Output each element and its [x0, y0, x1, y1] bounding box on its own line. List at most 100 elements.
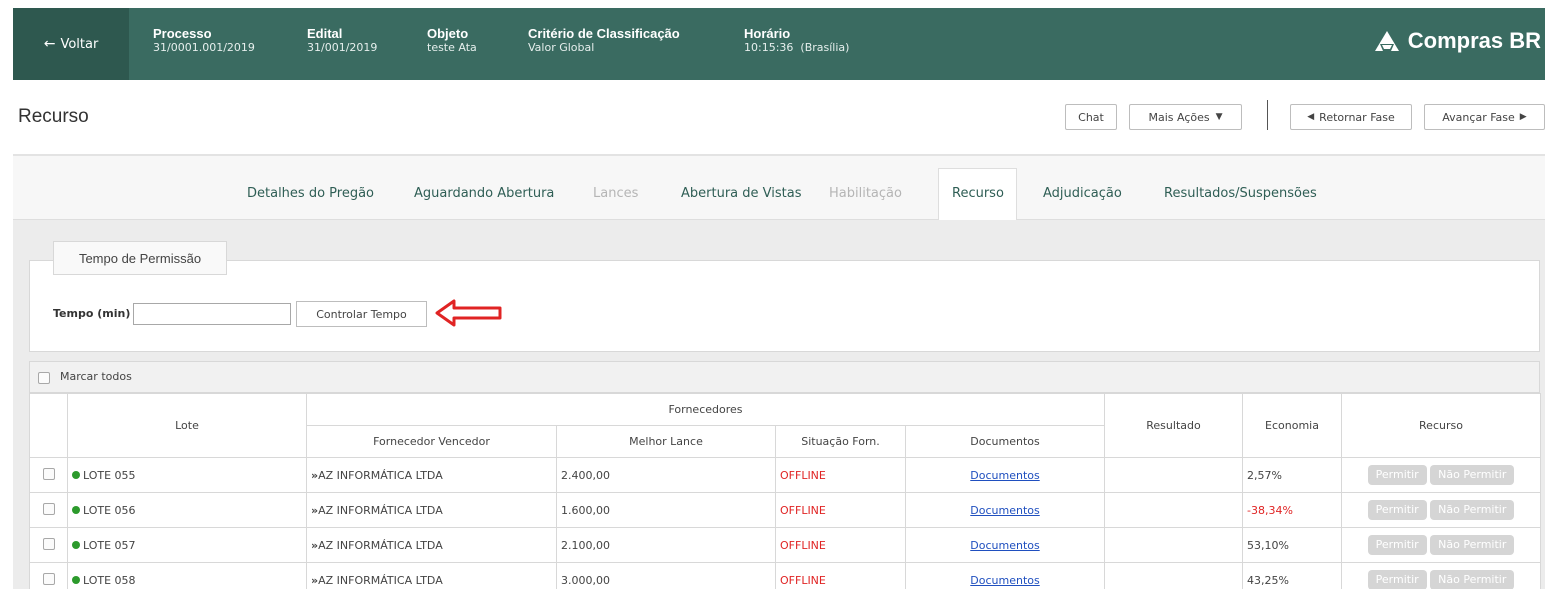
mark-all-checkbox[interactable] — [38, 372, 50, 384]
caret-right-icon: ▶ — [1519, 112, 1527, 122]
permit-button[interactable]: Permitir — [1367, 500, 1427, 520]
tab-resultados-suspensoes[interactable]: Resultados/Suspensões — [1164, 186, 1317, 201]
header-select — [29, 393, 68, 458]
tab-detalhes-do-pregao[interactable]: Detalhes do Pregão — [247, 186, 374, 201]
economia-cell: -38,34% — [1242, 492, 1342, 528]
deny-button[interactable]: Não Permitir — [1430, 570, 1515, 589]
row-checkbox[interactable] — [42, 467, 55, 480]
more-actions-button[interactable]: Mais Ações ▼ — [1129, 104, 1242, 130]
header-field-horario: Horário 10:15:36 (Brasília) — [744, 26, 849, 55]
tab-lances: Lances — [593, 186, 639, 201]
header-recurso: Recurso — [1341, 393, 1541, 458]
return-phase-button[interactable]: ◀ Retornar Fase — [1290, 104, 1412, 130]
header-lote: Lote — [67, 393, 307, 458]
documentos-link[interactable]: Documentos — [970, 469, 1039, 482]
documentos-link[interactable]: Documentos — [970, 539, 1039, 552]
status-dot-icon — [72, 575, 80, 584]
lote-label: LOTE 056 — [83, 503, 136, 517]
deny-button[interactable]: Não Permitir — [1430, 500, 1515, 520]
control-time-label: Controlar Tempo — [316, 307, 407, 321]
header-field-label: Horário — [744, 26, 791, 41]
caret-down-icon: ▼ — [1215, 112, 1223, 122]
back-button[interactable]: ← Voltar — [13, 8, 129, 80]
table-row: LOTE 057 »AZ INFORMÁTICA LTDA 2.100,00 O… — [29, 527, 1541, 563]
chat-label: Chat — [1078, 110, 1104, 124]
row-select-cell — [29, 527, 68, 563]
back-label: Voltar — [60, 36, 99, 52]
recurso-cell: Permitir Não Permitir — [1341, 492, 1541, 528]
deny-button[interactable]: Não Permitir — [1430, 535, 1515, 555]
lance-cell: 2.100,00 — [556, 527, 776, 563]
table-row: LOTE 056 »AZ INFORMÁTICA LTDA 1.600,00 O… — [29, 492, 1541, 528]
row-select-cell — [29, 562, 68, 589]
advance-phase-button[interactable]: Avançar Fase ▶ — [1424, 104, 1545, 130]
fornecedor-name: AZ INFORMÁTICA LTDA — [318, 468, 443, 482]
compras-br-logo-icon — [1374, 31, 1399, 51]
lote-cell: LOTE 055 — [67, 457, 307, 493]
permission-legend: Tempo de Permissão — [53, 241, 227, 275]
row-checkbox[interactable] — [42, 502, 55, 515]
fornecedor-cell: »AZ INFORMÁTICA LTDA — [306, 562, 557, 589]
time-input[interactable] — [133, 303, 291, 325]
caret-left-icon: ◀ — [1307, 112, 1315, 122]
row-select-cell — [29, 492, 68, 528]
mark-all-bar: Marcar todos — [29, 361, 1540, 393]
permit-button[interactable]: Permitir — [1367, 570, 1427, 589]
situacao-cell: OFFLINE — [775, 562, 906, 589]
header-field-label: Processo — [153, 26, 212, 41]
resultado-cell — [1104, 527, 1243, 563]
header-field-value: Valor Global — [528, 41, 595, 54]
documentos-cell: Documentos — [905, 492, 1105, 528]
permit-button[interactable]: Permitir — [1367, 535, 1427, 555]
header-economia: Economia — [1242, 393, 1342, 458]
toolbar-divider — [1267, 100, 1268, 130]
documentos-cell: Documentos — [905, 562, 1105, 589]
tab-aguardando-abertura[interactable]: Aguardando Abertura — [414, 186, 554, 201]
deny-button[interactable]: Não Permitir — [1430, 465, 1515, 485]
resultado-cell — [1104, 562, 1243, 589]
fornecedor-name: AZ INFORMÁTICA LTDA — [318, 538, 443, 552]
lote-label: LOTE 057 — [83, 538, 136, 552]
economia-cell: 53,10% — [1242, 527, 1342, 563]
documentos-cell: Documentos — [905, 457, 1105, 493]
table-row: LOTE 058 »AZ INFORMÁTICA LTDA 3.000,00 O… — [29, 562, 1541, 589]
documentos-link[interactable]: Documentos — [970, 574, 1039, 587]
tab-recurso[interactable]: Recurso — [952, 186, 1004, 201]
status-dot-icon — [72, 540, 80, 549]
lote-cell: LOTE 058 — [67, 562, 307, 589]
header-field-criterio: Critério de Classificação Valor Global — [528, 26, 680, 55]
header-melhor-lance: Melhor Lance — [556, 425, 776, 458]
situacao-cell: OFFLINE — [775, 527, 906, 563]
header-resultado: Resultado — [1104, 393, 1243, 458]
lote-cell: LOTE 057 — [67, 527, 307, 563]
fornecedor-cell: »AZ INFORMÁTICA LTDA — [306, 457, 557, 493]
fornecedor-name: AZ INFORMÁTICA LTDA — [318, 573, 443, 587]
tab-abertura-de-vistas[interactable]: Abertura de Vistas — [681, 186, 801, 201]
tab-adjudicacao[interactable]: Adjudicação — [1043, 186, 1122, 201]
red-arrow-icon — [435, 299, 502, 327]
recurso-cell: Permitir Não Permitir — [1341, 527, 1541, 563]
fornecedor-cell: »AZ INFORMÁTICA LTDA — [306, 492, 557, 528]
lance-cell: 1.600,00 — [556, 492, 776, 528]
recurso-cell: Permitir Não Permitir — [1341, 457, 1541, 493]
row-checkbox[interactable] — [42, 572, 55, 585]
row-checkbox[interactable] — [42, 537, 55, 550]
top-frame — [0, 0, 1545, 8]
header-situacao: Situação Forn. — [775, 425, 906, 458]
control-time-button[interactable]: Controlar Tempo — [296, 301, 427, 327]
header-field-objeto: Objeto teste Ata — [427, 26, 477, 55]
header-field-processo: Processo 31/0001.001/2019 — [153, 26, 255, 55]
header-field-label: Edital — [307, 26, 343, 41]
phase-tabs: Detalhes do Pregão Aguardando Abertura L… — [13, 156, 1545, 220]
fornecedor-cell: »AZ INFORMÁTICA LTDA — [306, 527, 557, 563]
permit-button[interactable]: Permitir — [1367, 465, 1427, 485]
status-dot-icon — [72, 505, 80, 514]
documentos-link[interactable]: Documentos — [970, 504, 1039, 517]
header-documentos: Documentos — [905, 425, 1105, 458]
lote-label: LOTE 058 — [83, 573, 136, 587]
arrow-left-icon: ← — [43, 36, 56, 52]
header-fornecedor-vencedor: Fornecedor Vencedor — [306, 425, 557, 458]
advance-phase-label: Avançar Fase — [1442, 110, 1515, 124]
chat-button[interactable]: Chat — [1065, 104, 1117, 130]
brand-logo: Compras BR — [1374, 28, 1541, 54]
